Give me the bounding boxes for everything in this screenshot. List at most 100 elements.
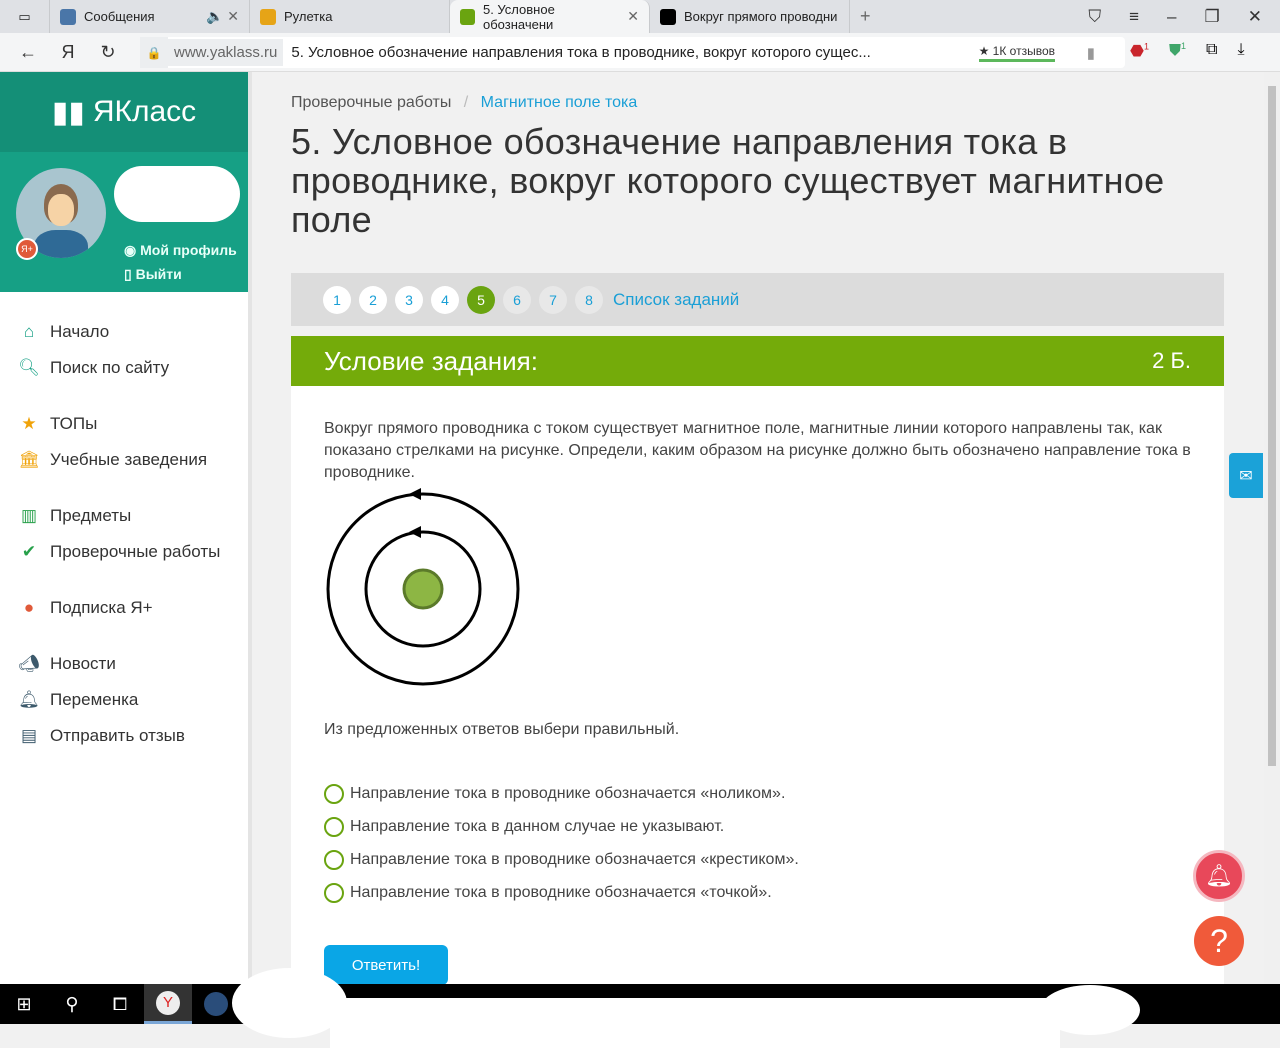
star-icon: ★ — [21, 414, 37, 433]
bell-icon: 🔔︎ — [18, 690, 40, 709]
page-7[interactable]: 7 — [539, 285, 567, 314]
breadcrumb-topic[interactable]: Магнитное поле тока — [481, 94, 638, 111]
tab-messages[interactable]: Сообщения 🔈 ✕ — [50, 0, 250, 33]
feedback-icon: ▤ — [20, 726, 38, 745]
sidebar: ▮▮ ЯКласс Я+ ◉ Мой профиль ▯ Выйти ⌂ Начал… — [0, 72, 252, 984]
radio-button[interactable] — [324, 882, 344, 903]
task-header: Условие задания: 2 Б. — [291, 336, 1224, 386]
book-icon: ▥ — [20, 506, 38, 525]
windows-start-icon[interactable]: ⊞ — [0, 984, 48, 1024]
subscription-icon: ● — [23, 598, 35, 617]
menu-icon[interactable]: ≡ — [1129, 7, 1139, 27]
sidebar-item-schools[interactable]: 🏛︎ Учебные заведения — [0, 442, 248, 478]
znanija-icon — [660, 8, 676, 25]
question-text: Вокруг прямого проводника с током сущест… — [324, 420, 1191, 481]
search-icon: 🔍︎ — [18, 358, 40, 377]
sidebar-item-tops[interactable]: ★ ТОПы — [0, 406, 248, 442]
answer-options: Направление тока в проводнике обозначает… — [324, 777, 1191, 909]
sidebar-item-break[interactable]: 🔔︎ Переменка — [0, 682, 248, 718]
check-circle-icon: ✔ — [21, 542, 37, 561]
radio-button[interactable] — [324, 783, 344, 804]
magnetic-field-figure — [326, 488, 520, 686]
main-content: Проверочные работы / Магнитное поле тока… — [291, 72, 1224, 986]
download-icon[interactable]: ⤓ — [1237, 41, 1244, 61]
redaction — [1040, 985, 1140, 1035]
radio-button[interactable] — [324, 849, 344, 870]
tab-yaklass[interactable]: 5. Условное обозначени ✕ — [450, 0, 650, 33]
task-list-link[interactable]: Список заданий — [613, 290, 739, 310]
reviews-badge[interactable]: ★ 1К отзывов — [978, 44, 1055, 62]
reload-icon[interactable]: ↻ — [88, 42, 128, 63]
answer-option[interactable]: Направление тока в данном случае не указ… — [324, 810, 1191, 843]
breadcrumb-tests[interactable]: Проверочные работы — [291, 94, 451, 111]
tab-bar: ▭ Сообщения 🔈 ✕ Рулетка 5. Условное обозн… — [0, 0, 1280, 33]
megaphone-icon: 📣︎ — [18, 654, 40, 673]
sidebar-toggle-icon[interactable]: ▭ — [0, 0, 50, 33]
logout-link[interactable]: ▯ Выйти — [124, 266, 182, 283]
adblock-icon[interactable]: ⬣1 — [1130, 41, 1149, 61]
page-6[interactable]: 6 — [503, 285, 531, 314]
tab-roulette[interactable]: Рулетка — [250, 0, 450, 33]
page-4[interactable]: 4 — [431, 285, 459, 314]
sidebar-item-tests[interactable]: ✔ Проверочные работы — [0, 534, 248, 570]
tab-znanija[interactable]: Вокруг прямого проводни — [650, 0, 850, 33]
answer-option[interactable]: Направление тока в проводнике обозначает… — [324, 843, 1191, 876]
answer-option[interactable]: Направление тока в проводнике обозначает… — [324, 876, 1191, 909]
scrollbar[interactable] — [1264, 72, 1280, 984]
scrollbar-thumb[interactable] — [1268, 86, 1276, 766]
home-icon: ⌂ — [23, 322, 35, 341]
help-icon[interactable]: ? — [1194, 916, 1244, 966]
profile-panel: Я+ ◉ Мой профиль ▯ Выйти — [0, 152, 248, 292]
points: 2 Б. — [1152, 348, 1191, 373]
page-8[interactable]: 8 — [575, 285, 603, 314]
search-icon[interactable]: ⚲ — [48, 984, 96, 1024]
bookmark-icon[interactable]: ▮ — [1087, 44, 1095, 62]
logo[interactable]: ▮▮ ЯКласс — [0, 72, 248, 152]
notification-bell-icon[interactable]: 🔔︎ — [1193, 850, 1245, 902]
ext-icon[interactable]: ⧉ — [1206, 41, 1217, 61]
profile-link[interactable]: ◉ Мой профиль — [124, 242, 237, 259]
vk-icon — [60, 8, 76, 25]
page-2[interactable]: 2 — [359, 285, 387, 314]
yandex-icon[interactable]: Я — [48, 42, 88, 63]
back-icon[interactable]: ← — [8, 42, 48, 63]
school-icon: 🏛︎ — [18, 450, 40, 469]
close-window-button[interactable]: ✕ — [1248, 7, 1262, 27]
redaction — [330, 998, 1060, 1048]
sidebar-item-subjects[interactable]: ▥ Предметы — [0, 498, 248, 534]
address-bar-row: ← Я ↻ 🔒 www.yaklass.ru 5. Условное обозн… — [0, 33, 1280, 72]
radio-button[interactable] — [324, 816, 344, 837]
yaklass-icon — [460, 8, 475, 25]
bookmarks-icon[interactable]: ⛉ — [1088, 7, 1101, 27]
shield-ext-icon[interactable]: ⛊1 — [1169, 41, 1186, 61]
task-view-icon[interactable]: ⧠ — [96, 984, 144, 1024]
sidebar-item-home[interactable]: ⌂ Начало — [0, 314, 248, 350]
close-tab-icon[interactable]: ✕ — [627, 8, 639, 25]
close-tab-icon[interactable]: 🔈 ✕ — [206, 8, 239, 25]
breadcrumb: Проверочные работы / Магнитное поле тока — [291, 94, 638, 111]
lock-icon: 🔒 — [140, 37, 168, 68]
yaplus-badge: Я+ — [16, 238, 38, 260]
page-title: 5. Условное обозначение направления тока… — [291, 121, 1165, 240]
sidebar-item-subscription[interactable]: ● Подписка Я+ — [0, 590, 248, 626]
task-pager: 1 2 3 4 5 6 7 8 Список заданий — [291, 273, 1224, 326]
yandex-browser-icon[interactable]: Y — [144, 984, 192, 1024]
page-1[interactable]: 1 — [323, 285, 351, 314]
sidebar-item-news[interactable]: 📣︎ Новости — [0, 646, 248, 682]
mail-icon[interactable]: ✉ — [1229, 453, 1263, 498]
new-tab-button[interactable]: + — [850, 0, 881, 33]
restore-button[interactable]: ❐ — [1205, 7, 1220, 27]
sidebar-item-feedback[interactable]: ▤ Отправить отзыв — [0, 718, 248, 754]
sidebar-item-search[interactable]: 🔍︎ Поиск по сайту — [0, 350, 248, 386]
url-field[interactable]: 🔒 www.yaklass.ru 5. Условное обозначение… — [140, 37, 1125, 68]
minimize-button[interactable]: – — [1167, 7, 1176, 27]
roulette-icon — [260, 8, 276, 25]
prompt-text: Из предложенных ответов выбери правильны… — [324, 721, 680, 738]
submit-button[interactable]: Ответить! — [324, 945, 448, 985]
page-3[interactable]: 3 — [395, 285, 423, 314]
redacted-name — [114, 166, 240, 222]
task-card: Вокруг прямого проводника с током сущест… — [291, 386, 1224, 986]
answer-option[interactable]: Направление тока в проводнике обозначает… — [324, 777, 1191, 810]
page-5[interactable]: 5 — [467, 285, 495, 314]
book-logo-icon: ▮▮ — [51, 95, 85, 129]
